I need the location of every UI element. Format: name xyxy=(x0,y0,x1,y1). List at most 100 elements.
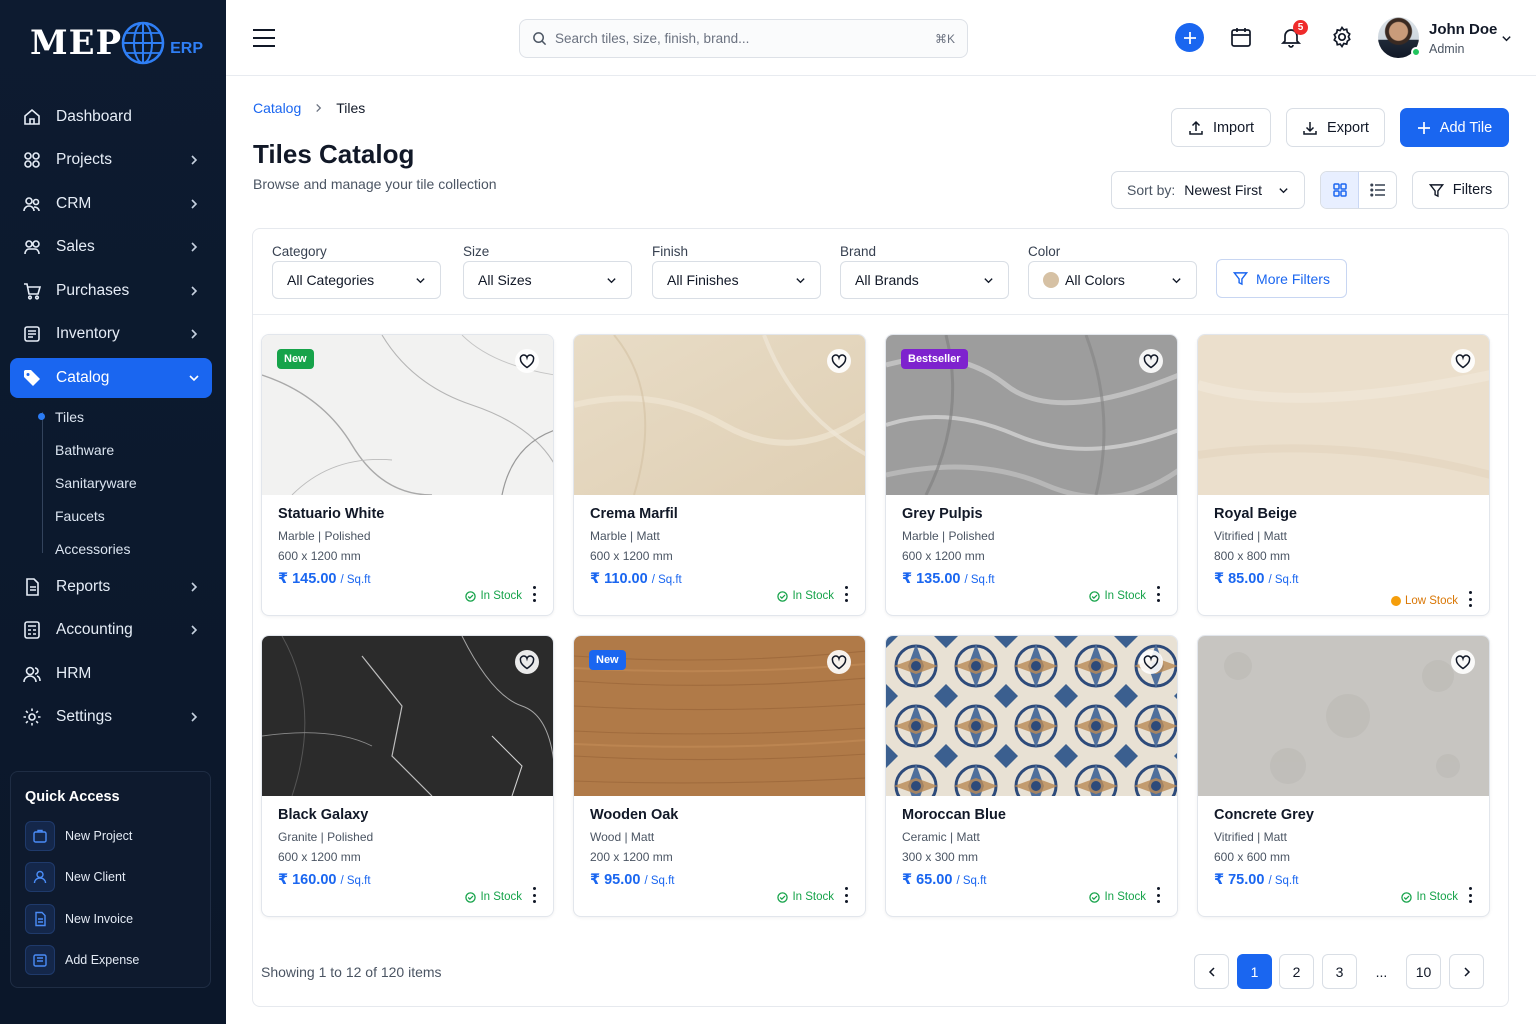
more-options-icon[interactable] xyxy=(845,586,849,602)
sidebar-item-crm[interactable]: CRM xyxy=(10,182,212,226)
page-button[interactable]: 1 xyxy=(1237,954,1272,989)
finish-select[interactable]: All Finishes xyxy=(652,261,821,299)
filters-label: Filters xyxy=(1452,182,1493,198)
sidebar-item-hrm[interactable]: HRM xyxy=(10,652,212,696)
page-button[interactable]: 10 xyxy=(1406,954,1441,989)
favorite-heart-icon[interactable] xyxy=(827,349,851,373)
user-icon xyxy=(25,862,55,892)
breadcrumb-catalog-link[interactable]: Catalog xyxy=(253,100,301,116)
product-name[interactable]: Wooden Oak xyxy=(590,807,678,823)
price-value: ₹ 65.00 xyxy=(902,872,953,888)
size-select[interactable]: All Sizes xyxy=(463,261,632,299)
user-name[interactable]: John Doe xyxy=(1429,21,1497,38)
quick-add-button[interactable] xyxy=(1175,23,1204,52)
settings-icon[interactable] xyxy=(1330,25,1354,49)
more-options-icon[interactable] xyxy=(533,887,537,903)
product-image[interactable] xyxy=(574,335,865,495)
export-button[interactable]: Export xyxy=(1286,108,1385,147)
favorite-heart-icon[interactable] xyxy=(1451,650,1475,674)
more-options-icon[interactable] xyxy=(1157,887,1161,903)
heart-icon xyxy=(1143,654,1159,669)
menu-icon[interactable] xyxy=(252,28,276,48)
product-image[interactable] xyxy=(1198,335,1489,495)
chevron-right-icon xyxy=(191,155,198,165)
product-image[interactable] xyxy=(886,636,1177,796)
submenu-item-faucets[interactable]: Faucets xyxy=(55,499,212,532)
product-card[interactable]: Black Galaxy Granite | Polished 600 x 1200… xyxy=(261,635,554,917)
quick-new-invoice[interactable]: New Invoice xyxy=(25,904,133,934)
favorite-heart-icon[interactable] xyxy=(1139,349,1163,373)
next-page-button[interactable] xyxy=(1449,954,1484,989)
sidebar-item-sales[interactable]: Sales xyxy=(10,226,212,270)
submenu-item-accessories[interactable]: Accessories xyxy=(55,532,212,565)
filters-button[interactable]: Filters xyxy=(1412,171,1509,209)
breadcrumb: Catalog Tiles xyxy=(253,100,365,116)
brand-select[interactable]: All Brands xyxy=(840,261,1009,299)
search-input[interactable] xyxy=(555,31,935,46)
product-name[interactable]: Concrete Grey xyxy=(1214,807,1314,823)
product-size: 600 x 1200 mm xyxy=(278,850,361,864)
product-name[interactable]: Royal Beige xyxy=(1214,506,1297,522)
product-name[interactable]: Crema Marfil xyxy=(590,506,678,522)
quick-add-expense[interactable]: Add Expense xyxy=(25,945,139,975)
prev-page-button[interactable] xyxy=(1194,954,1229,989)
product-name[interactable]: Moroccan Blue xyxy=(902,807,1006,823)
product-card[interactable]: Crema Marfil Marble | Matt 600 x 1200 mm ₹ … xyxy=(573,334,866,616)
submenu-item-bathware[interactable]: Bathware xyxy=(55,433,212,466)
select-value: All Categories xyxy=(287,272,375,288)
sidebar-item-catalog[interactable]: Catalog xyxy=(10,358,212,398)
submenu-item-sanitaryware[interactable]: Sanitaryware xyxy=(55,466,212,499)
favorite-heart-icon[interactable] xyxy=(1139,650,1163,674)
product-card[interactable]: Bestseller Grey Pulpis Marble | Polished 60… xyxy=(885,334,1178,616)
page-button[interactable]: 3 xyxy=(1322,954,1357,989)
category-select[interactable]: All Categories xyxy=(272,261,441,299)
product-card[interactable]: Royal Beige Vitrified | Matt 800 x 800 mm ₹… xyxy=(1197,334,1490,616)
quick-new-client[interactable]: New Client xyxy=(25,862,125,892)
submenu-item-tiles[interactable]: Tiles xyxy=(38,400,212,433)
logo[interactable]: MEP ERP xyxy=(30,16,203,70)
list-view-button[interactable] xyxy=(1359,172,1396,208)
sidebar-item-purchases[interactable]: Purchases xyxy=(10,269,212,313)
favorite-heart-icon[interactable] xyxy=(515,650,539,674)
sidebar-item-inventory[interactable]: Inventory xyxy=(10,313,212,357)
more-options-icon[interactable] xyxy=(1469,591,1473,607)
product-card[interactable]: New Wooden Oak Wood | Matt 200 x 1200 mm ₹ 9… xyxy=(573,635,866,917)
product-card[interactable]: Concrete Grey Vitrified | Matt 600 x 600 m… xyxy=(1197,635,1490,917)
product-image[interactable] xyxy=(1198,636,1489,796)
check-circle-icon xyxy=(465,891,477,903)
product-card[interactable]: Moroccan Blue Ceramic | Matt 300 x 300 mm ₹… xyxy=(885,635,1178,917)
sidebar-item-dashboard[interactable]: Dashboard xyxy=(10,95,212,139)
product-name[interactable]: Black Galaxy xyxy=(278,807,368,823)
sidebar-item-projects[interactable]: Projects xyxy=(10,139,212,183)
more-options-icon[interactable] xyxy=(845,887,849,903)
sort-select[interactable]: Sort by: Newest First xyxy=(1111,171,1305,209)
import-button[interactable]: Import xyxy=(1171,108,1271,147)
chevron-down-icon[interactable] xyxy=(1501,33,1512,44)
favorite-heart-icon[interactable] xyxy=(1451,349,1475,373)
export-label: Export xyxy=(1327,119,1369,136)
product-image[interactable] xyxy=(262,636,553,796)
more-options-icon[interactable] xyxy=(1157,586,1161,602)
calendar-icon[interactable] xyxy=(1229,25,1253,49)
more-options-icon[interactable] xyxy=(533,586,537,602)
more-filters-button[interactable]: More Filters xyxy=(1216,259,1347,298)
favorite-heart-icon[interactable] xyxy=(515,349,539,373)
chevron-right-icon xyxy=(1463,966,1470,977)
color-select[interactable]: All Colors xyxy=(1028,261,1197,299)
sidebar-item-reports[interactable]: Reports xyxy=(10,565,212,609)
chevron-right-icon xyxy=(191,329,198,339)
product-name[interactable]: Grey Pulpis xyxy=(902,506,983,522)
grid-view-button[interactable] xyxy=(1321,172,1359,208)
add-tile-button[interactable]: Add Tile xyxy=(1400,108,1509,147)
page-button[interactable]: 2 xyxy=(1279,954,1314,989)
sidebar-item-settings[interactable]: Settings xyxy=(10,696,212,740)
quick-access-title: Quick Access xyxy=(25,789,120,805)
product-name[interactable]: Statuario White xyxy=(278,506,384,522)
more-options-icon[interactable] xyxy=(1469,887,1473,903)
favorite-heart-icon[interactable] xyxy=(827,650,851,674)
product-size: 300 x 300 mm xyxy=(902,850,979,864)
check-circle-icon xyxy=(1089,891,1101,903)
sidebar-item-accounting[interactable]: Accounting xyxy=(10,609,212,653)
quick-new-project[interactable]: New Project xyxy=(25,821,132,851)
product-card[interactable]: New Statuario White Marble | Polished 600 x… xyxy=(261,334,554,616)
